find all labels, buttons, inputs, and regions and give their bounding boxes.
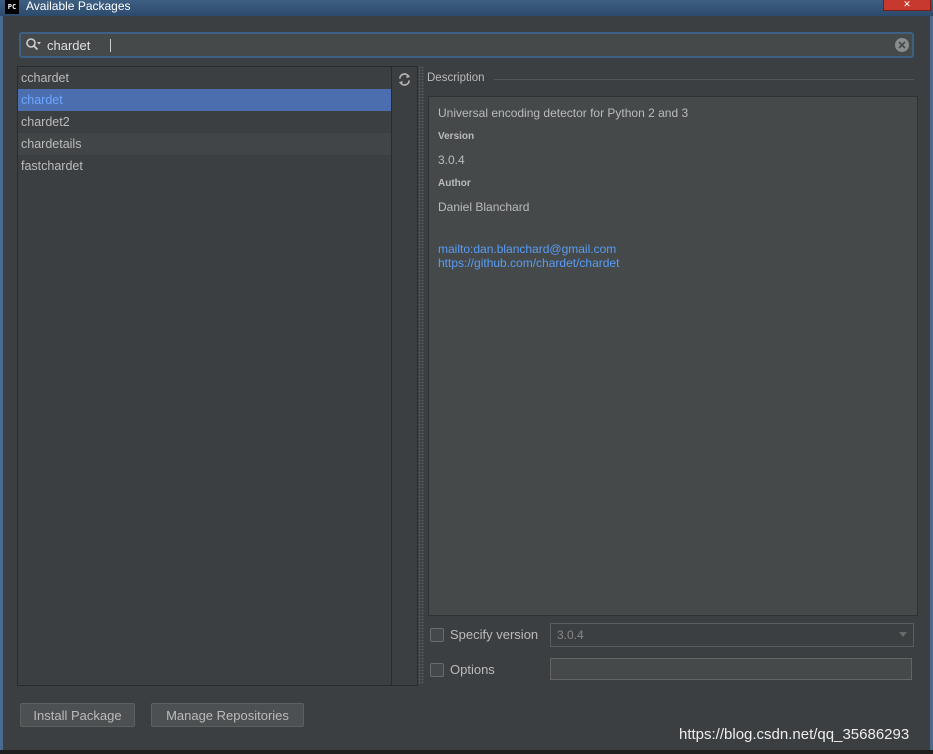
homepage-link[interactable]: https://github.com/chardet/chardet — [438, 256, 619, 270]
package-summary: Universal encoding detector for Python 2… — [438, 106, 689, 120]
package-list[interactable]: cchardet chardet chardet2 chardetails fa… — [17, 66, 392, 686]
description-panel: Universal encoding detector for Python 2… — [428, 96, 918, 616]
email-link[interactable]: mailto:dan.blanchard@gmail.com — [438, 242, 616, 256]
description-header: Description — [427, 72, 485, 84]
taskbar-strip — [0, 750, 933, 754]
refresh-icon[interactable] — [397, 72, 412, 87]
chevron-down-icon[interactable] — [899, 632, 907, 637]
version-combobox[interactable]: 3.0.4 — [550, 623, 914, 647]
list-item[interactable]: cchardet — [18, 67, 392, 89]
window-titlebar: PC Available Packages ✕ — [0, 0, 933, 16]
window-left-border — [0, 16, 3, 754]
window-title: Available Packages — [26, 0, 131, 13]
window-close-button[interactable]: ✕ — [883, 0, 931, 11]
panel-splitter[interactable] — [418, 66, 424, 684]
description-separator — [494, 79, 914, 80]
specify-version-label: Specify version — [450, 627, 539, 642]
list-toolbar — [391, 66, 418, 686]
list-item[interactable]: fastchardet — [18, 155, 392, 177]
pycharm-app-icon: PC — [5, 0, 19, 14]
text-caret — [110, 39, 111, 52]
version-value: 3.0.4 — [438, 153, 465, 167]
options-input[interactable] — [550, 658, 912, 680]
specify-version-checkbox[interactable] — [430, 628, 444, 642]
list-item-selected[interactable]: chardet — [18, 89, 392, 111]
options-label: Options — [450, 662, 495, 677]
version-label: Version — [438, 131, 475, 142]
options-checkbox[interactable] — [430, 663, 444, 677]
version-combobox-value: 3.0.4 — [557, 628, 584, 642]
list-item[interactable]: chardetails — [18, 133, 392, 155]
install-package-button[interactable]: Install Package — [20, 703, 135, 727]
package-search-box[interactable] — [19, 32, 914, 58]
search-input[interactable] — [47, 35, 887, 55]
watermark-text: https://blog.csdn.net/qq_35686293 — [679, 726, 910, 743]
clear-search-icon[interactable] — [894, 37, 910, 53]
author-label: Author — [438, 178, 471, 189]
manage-repositories-button[interactable]: Manage Repositories — [151, 703, 304, 727]
author-value: Daniel Blanchard — [438, 200, 530, 214]
list-item[interactable]: chardet2 — [18, 111, 392, 133]
search-icon[interactable] — [25, 37, 41, 53]
